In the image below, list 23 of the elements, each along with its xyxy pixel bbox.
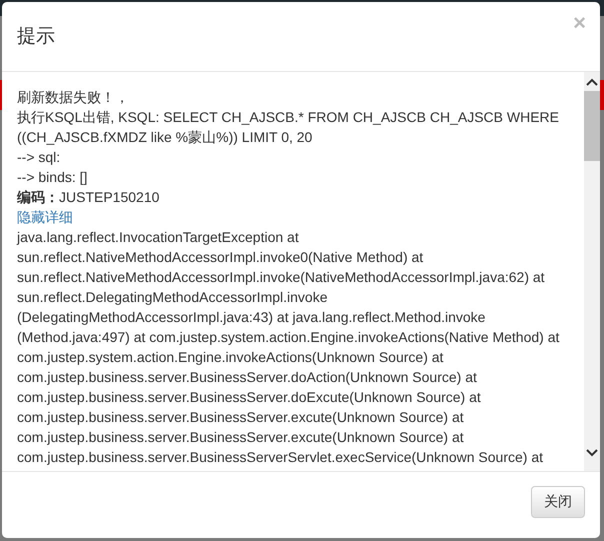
stack-trace-line: sun.reflect.NativeMethodAccessorImpl.invoke(NativeMethodAccessorImpl.java:62) at xyxy=(17,268,546,287)
message-line: 执行KSQL出错, KSQL: SELECT CH_AJSCB.* FROM CH_AJSCB CH_AJSCB WHERE xyxy=(17,108,560,127)
scrollbar-drawing[interactable] xyxy=(584,72,600,471)
stack-trace-line: com.justep.business.server.BusinessServerServlet.execService(Unknown Source) at xyxy=(17,448,544,467)
message-line: 刷新数据失败！， xyxy=(17,88,130,107)
stack-trace-line: com.justep.business.server.BusinessServer.doAction(Unknown Source) at xyxy=(17,368,478,387)
stack-trace-line: com.justep.business.server.BusinessServer.doExcute(Unknown Source) at xyxy=(17,388,482,407)
stack-trace-line: (Method.java:497) at com.justep.system.action.Engine.invokeActions(Native Method) at xyxy=(17,328,560,347)
stack-trace-line: com.justep.business.server.BusinessServer.excute(Unknown Source) at xyxy=(17,408,465,427)
page-banner-strip xyxy=(600,80,604,110)
stack-trace-line: sun.reflect.DelegatingMethodAccessorImpl.invoke xyxy=(17,288,328,307)
message-line: --> binds: [] xyxy=(17,168,88,187)
stack-trace-line: sun.reflect.NativeMethodAccessorImpl.invoke0(Native Method) at xyxy=(17,248,424,267)
message-line: 编码：JUSTEP150210 xyxy=(17,188,160,207)
message-line: --> sql: xyxy=(17,148,62,167)
hide-details-link[interactable]: 隐藏详细 xyxy=(17,207,584,227)
message-line: ((CH_AJSCB.fXMDZ like %蒙山%)) LIMIT 0, 20 xyxy=(17,128,314,147)
stack-trace-line: java.lang.reflect.InvocationTargetException at xyxy=(17,228,300,247)
dialog-title: 提示 xyxy=(17,24,55,48)
stack-trace-line: com.justep.business.server.BusinessServer.excute(Unknown Source) at xyxy=(17,428,465,447)
close-dialog-button[interactable]: 关闭 xyxy=(531,486,585,518)
stack-trace-line: (DelegatingMethodAccessorImpl.java:43) at java.lang.reflect.Method.invoke xyxy=(17,308,486,327)
stack-trace-line: com.justep.system.action.Engine.invokeActions(Unknown Source) at xyxy=(17,348,444,367)
